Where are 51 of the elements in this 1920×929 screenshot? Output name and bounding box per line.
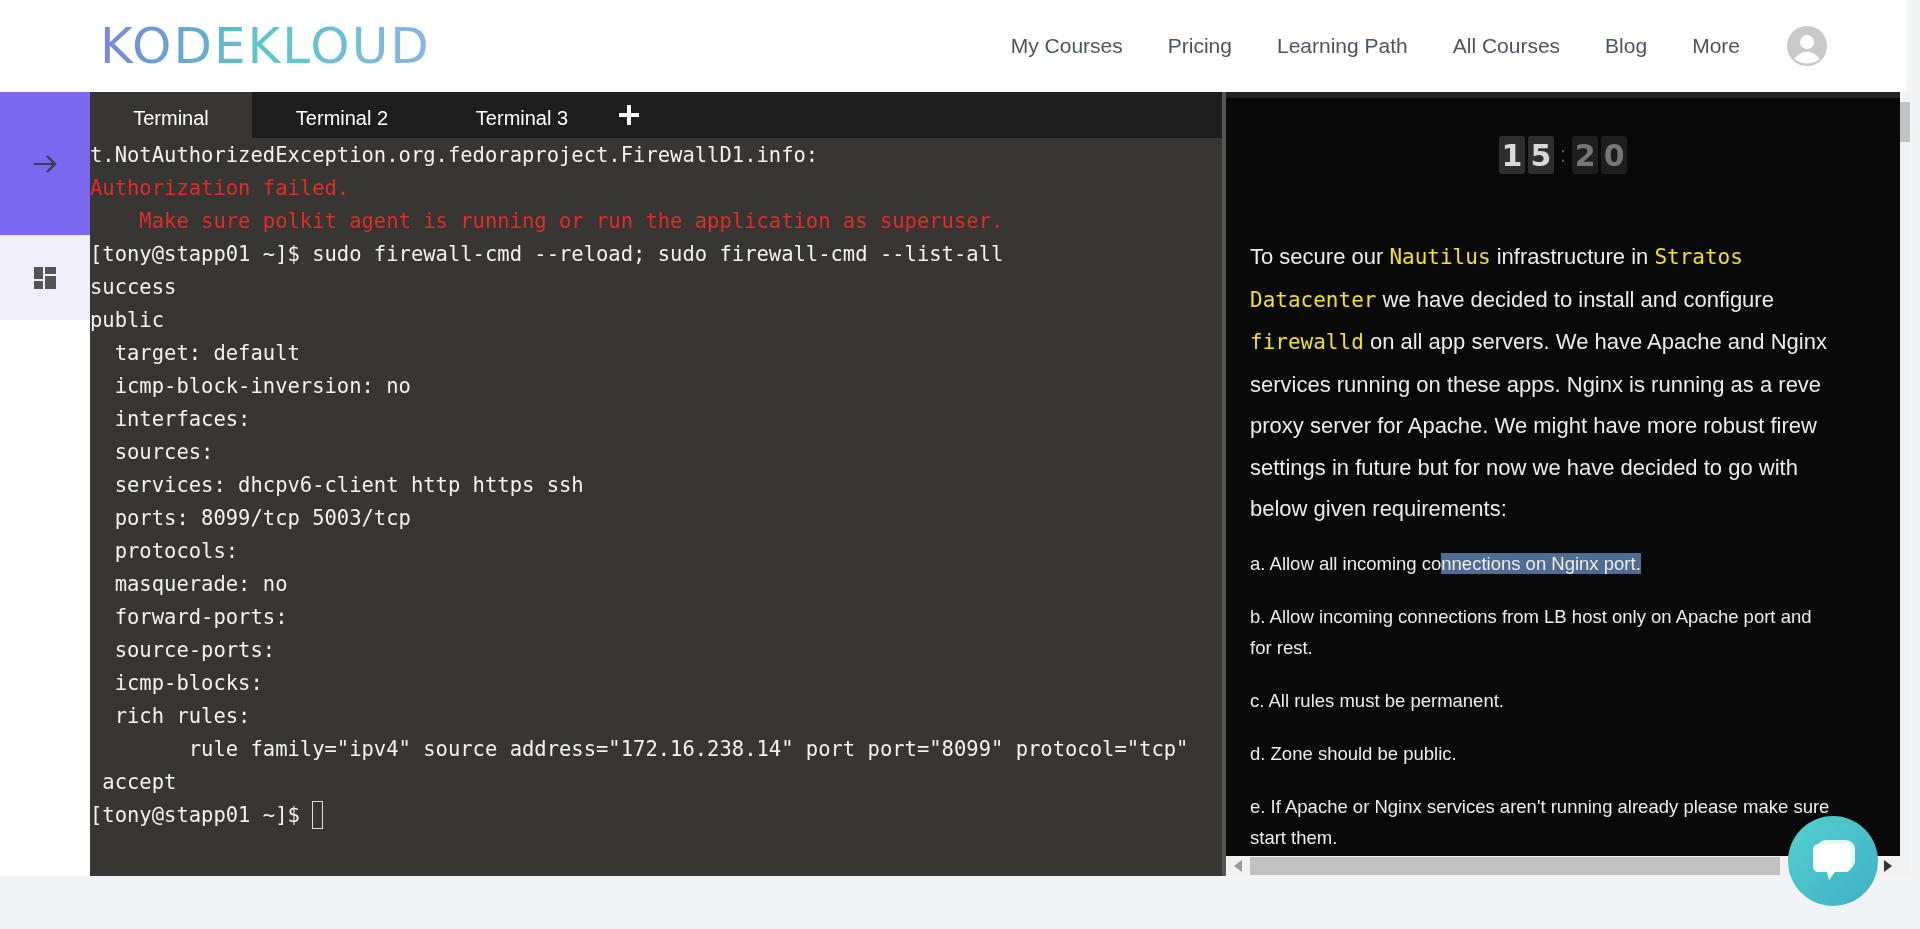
vertical-scrollbar[interactable] <box>1900 92 1910 876</box>
nav-link[interactable]: Pricing <box>1167 34 1232 58</box>
terminal-line: Authorization failed. <box>90 175 350 200</box>
text-cursor <box>312 800 324 829</box>
terminal-line: success <box>90 274 177 299</box>
terminal-line: sources: <box>113 439 215 464</box>
add-tab-icon[interactable] <box>618 104 640 126</box>
requirement-text: a. Allow all incoming connections on Nginx port. <box>1250 551 1642 576</box>
clock-digit: 5 <box>1527 136 1554 174</box>
requirement-text: d. Zone should be public. <box>1250 741 1458 766</box>
terminal-line: interfaces: <box>113 406 252 431</box>
clock-digit: 1 <box>1498 136 1525 174</box>
terminal-line: target: default <box>113 340 300 365</box>
terminal-tab[interactable]: Terminal <box>90 92 252 138</box>
terminal-line: services: dhcpv6-client http https ssh <box>113 472 584 497</box>
clock-digit: 2 <box>1572 136 1599 174</box>
terminal-tab[interactable]: Terminal 2 <box>252 92 432 138</box>
nav-link[interactable]: More <box>1692 34 1740 58</box>
terminal-line: protocols: <box>113 538 240 563</box>
terminal-line: Make sure polkit agent is running or run the application as superuser. <box>138 208 1004 233</box>
scroll-right-icon[interactable] <box>1884 860 1892 872</box>
terminal-tab[interactable]: Terminal 3 <box>432 92 612 138</box>
nav-link[interactable]: Blog <box>1605 34 1648 58</box>
terminal-line: [tony@stapp01 ~]$ sudo firewall-cmd --reload; sudo firewall-cmd --list-all <box>90 241 1004 266</box>
terminal-line: public <box>90 307 165 332</box>
arrow-icon <box>32 153 58 174</box>
clock-separator: : <box>1559 142 1567 168</box>
terminal-line: [tony@stapp01 ~]$ <box>90 802 301 827</box>
avatar-icon[interactable] <box>1787 26 1827 66</box>
clock-digit: 0 <box>1601 136 1628 174</box>
terminal-line: icmp-blocks: <box>113 670 264 695</box>
nav-link[interactable]: My Courses <box>1010 34 1123 58</box>
sidebar-button[interactable] <box>0 235 90 320</box>
scroll-left-icon[interactable] <box>1234 860 1242 872</box>
terminal-line: masquerade: no <box>113 571 288 596</box>
terminal-line: rich rules: <box>113 703 252 728</box>
task-description: To secure our Nautilus infrastructure in Stratos Datacenter we have decided to install and configure firewalld on all app servers. We have Apache and Nginx services running on these apps. Nginx is running as a reve proxy server for Apache. We might have more robust firew settings in future but for now we have decided to go with below given requirements: <box>1250 243 1828 523</box>
terminal-line: accept <box>101 769 177 794</box>
terminal-line: t.NotAuthorizedException.org.fedoraproject.FirewallD1.info: <box>90 142 819 167</box>
requirement-text: e. If Apache or Nginx services aren't running already please make sure start them. <box>1250 794 1831 850</box>
dashboard-icon <box>34 266 56 289</box>
requirement-text: b. Allow incoming connections from LB host only on Apache port and for rest. <box>1250 604 1813 660</box>
terminal-line: rule family="ipv4" source address="172.16.238.14" port port="8099" protocol="tcp" <box>187 736 1189 761</box>
nav-link[interactable]: Learning Path <box>1276 34 1408 58</box>
terminal-line: source-ports: <box>113 637 277 662</box>
terminal-line: ports: 8099/tcp 5003/tcp <box>113 505 411 530</box>
nav-link[interactable]: All Courses <box>1452 34 1561 58</box>
terminal-line: forward-ports: <box>113 604 289 629</box>
terminal-line: icmp-block-inversion: no <box>113 373 411 398</box>
requirement-text: c. All rules must be permanent. <box>1250 688 1505 713</box>
scrollbar-thumb[interactable] <box>1250 857 1780 875</box>
